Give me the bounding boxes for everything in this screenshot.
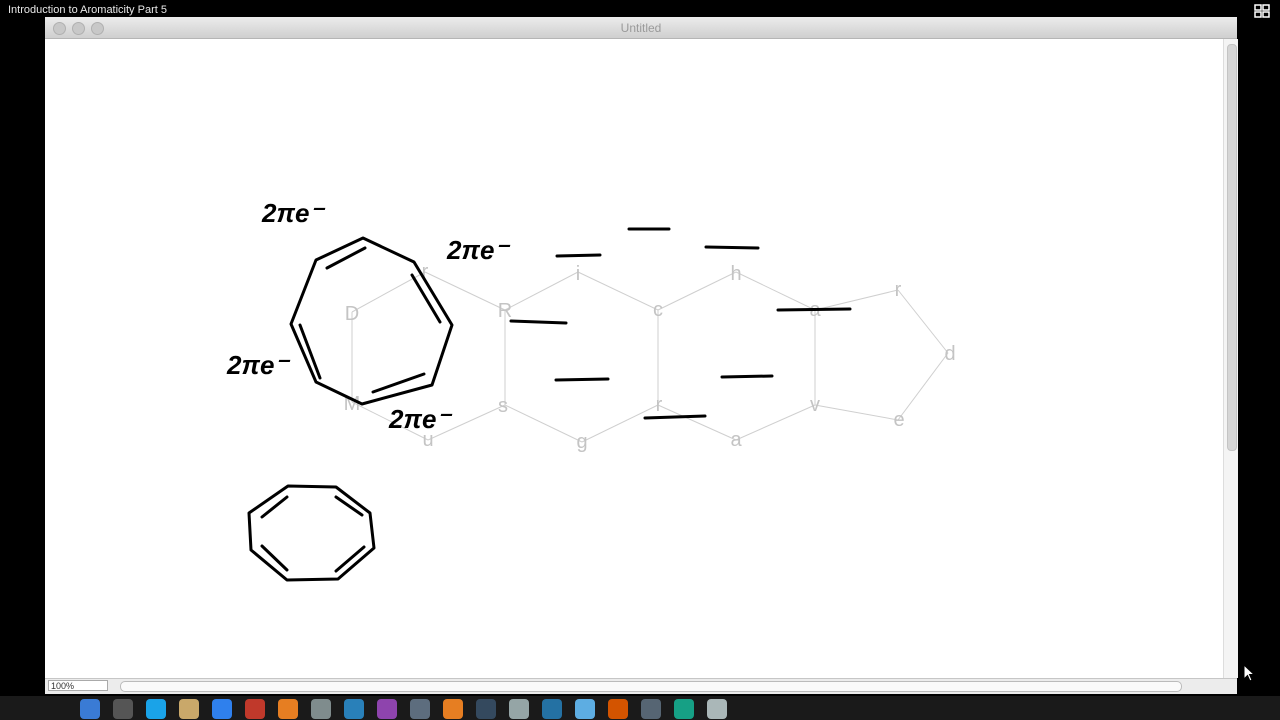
mouse-cursor-icon (1243, 664, 1255, 682)
photo-icon[interactable] (674, 699, 694, 719)
hand-drawn-ring (247, 484, 376, 582)
folder-icon[interactable] (575, 699, 595, 719)
pi-electron-annotation: 2πe⁻ (261, 198, 325, 228)
drawing-canvas[interactable]: D r R i c h a r d M u s g r a v e (45, 39, 1223, 678)
status-bar: 100% (45, 678, 1237, 694)
ghost-letter: a (730, 429, 742, 451)
ghost-letter: c (653, 299, 663, 321)
ghost-letter: i (576, 263, 580, 285)
vertical-scrollbar[interactable] (1223, 39, 1238, 678)
calendar-icon[interactable] (245, 699, 265, 719)
ghost-letter: R (498, 300, 512, 322)
vlc-icon[interactable] (443, 699, 463, 719)
finder-icon[interactable] (80, 699, 100, 719)
itunes-icon[interactable] (344, 699, 364, 719)
window-titlebar[interactable]: Untitled (45, 17, 1237, 39)
ghost-letter: r (656, 394, 663, 416)
settings-icon[interactable] (113, 699, 133, 719)
window-title: Untitled (620, 21, 662, 35)
dock (0, 696, 1280, 720)
ghost-letter: v (810, 394, 820, 416)
safari-icon[interactable] (212, 699, 232, 719)
dvd-icon[interactable] (641, 699, 661, 719)
pi-electron-annotation: 2πe⁻ (226, 350, 290, 380)
hand-drawn-dashes (509, 227, 852, 420)
screenshot-icon[interactable] (509, 699, 529, 719)
pi-electron-annotation: 2πe⁻ (446, 235, 510, 265)
fullscreen-icon[interactable] (1254, 4, 1270, 18)
ghost-letter: d (944, 343, 955, 365)
dictionary-icon[interactable] (476, 699, 496, 719)
trash-icon[interactable] (707, 699, 727, 719)
ghost-letter: s (498, 395, 508, 417)
preview-icon[interactable] (311, 699, 331, 719)
ghost-letter: D (345, 303, 359, 325)
mail-icon[interactable] (410, 699, 430, 719)
firefox-icon[interactable] (278, 699, 298, 719)
ghost-letter: h (730, 263, 741, 285)
pi-electron-annotation: 2πe⁻ (388, 404, 452, 434)
vertical-scroll-thumb[interactable] (1227, 44, 1237, 451)
video-title: Introduction to Aromaticity Part 5 (8, 4, 167, 16)
ghost-letter: g (576, 431, 587, 453)
skype-icon[interactable] (146, 699, 166, 719)
horizontal-scrollbar[interactable] (120, 681, 1182, 692)
ghost-letter: r (895, 279, 902, 301)
photobooth-icon[interactable] (377, 699, 397, 719)
slideshow-icon[interactable] (608, 699, 628, 719)
ghost-letter: e (893, 409, 904, 431)
zoom-select[interactable]: 100% (48, 680, 108, 691)
notes-icon[interactable] (179, 699, 199, 719)
drawing-window: Untitled D r R i c h r d M u s g r a v e… (45, 17, 1238, 694)
quicktime-icon[interactable] (542, 699, 562, 719)
